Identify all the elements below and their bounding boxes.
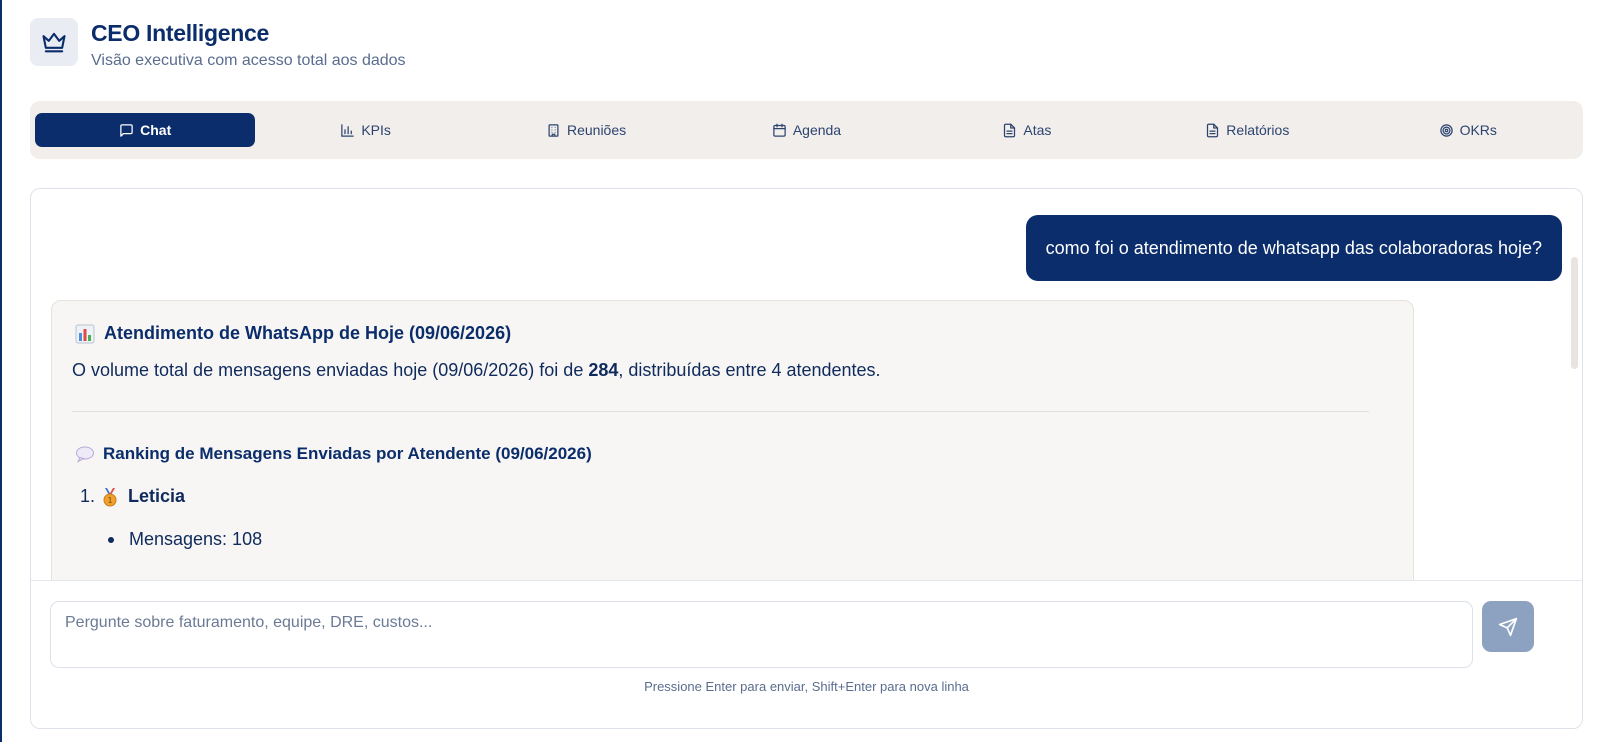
bar-chart-emoji-icon (75, 324, 95, 344)
logo (30, 18, 78, 66)
tab-kpis[interactable]: KPIs (255, 113, 475, 147)
ranking-title: Ranking de Mensagens Enviadas por Atende… (75, 444, 1393, 464)
ranking-detail: Mensagens: 108 (108, 529, 1393, 550)
bullet (108, 536, 114, 543)
chat-input[interactable] (50, 601, 1473, 668)
input-hint: Pressione Enter para enviar, Shift+Enter… (644, 679, 969, 694)
building-icon (546, 123, 561, 138)
speech-bubble-icon (75, 445, 95, 463)
chat-panel: como foi o atendimento de whatsapp das c… (30, 188, 1583, 729)
ranking-item: 1. 1 Leticia (80, 486, 1393, 507)
response-summary: O volume total de mensagens enviadas hoj… (72, 360, 881, 380)
message-list[interactable]: como foi o atendimento de whatsapp das c… (31, 189, 1582, 593)
tab-atas[interactable]: Atas (917, 113, 1137, 147)
scrollbar-thumb[interactable] (1571, 257, 1578, 369)
response-title-text: Atendimento de WhatsApp de Hoje (09/06/2… (104, 323, 512, 343)
page-title: CEO Intelligence (91, 20, 269, 46)
file-text-icon (1205, 123, 1220, 138)
tab-label: Atas (1023, 122, 1052, 138)
bar-chart-icon (340, 123, 355, 138)
divider (72, 411, 1369, 412)
file-text-icon (1002, 123, 1017, 138)
crown-icon (42, 32, 66, 53)
target-icon (1439, 123, 1454, 138)
message-square-icon (119, 123, 134, 138)
tab-reunioes[interactable]: Reuniões (476, 113, 696, 147)
tab-label: Agenda (792, 122, 842, 138)
summary-total: 284 (588, 360, 619, 380)
medal-icon: 1 (101, 487, 119, 507)
tab-okrs[interactable]: OKRs (1358, 113, 1578, 147)
composer: Pressione Enter para enviar, Shift+Enter… (31, 580, 1582, 728)
tab-label: KPIs (361, 122, 391, 138)
user-message: como foi o atendimento de whatsapp das c… (1025, 215, 1562, 281)
send-icon (1498, 617, 1518, 636)
page-subtitle: Visão executiva com acesso total aos dad… (91, 52, 406, 69)
assistant-message: Atendimento de WhatsApp de Hoje (09/06/2… (51, 300, 1414, 593)
ranking-name: Leticia (128, 486, 186, 506)
svg-text:1: 1 (107, 496, 112, 505)
ranking-position: 1. (80, 486, 96, 506)
tab-bar: Chat KPIs Reuniões Agenda Atas Relatório… (30, 101, 1583, 159)
tab-relatorios[interactable]: Relatórios (1137, 113, 1357, 147)
tab-label: Reuniões (566, 122, 627, 138)
page-header: CEO Intelligence Visão executiva com ace… (30, 18, 406, 71)
ranking-title-text: Ranking de Mensagens Enviadas por Atende… (103, 444, 592, 463)
window-left-edge (0, 0, 2, 742)
send-button[interactable] (1482, 601, 1534, 652)
tab-agenda[interactable]: Agenda (696, 113, 916, 147)
tab-label: Relatórios (1226, 122, 1290, 138)
tab-label: OKRs (1459, 122, 1497, 138)
response-title: Atendimento de WhatsApp de Hoje (09/06/2… (75, 323, 1393, 344)
ranking-detail-text: Mensagens: 108 (129, 529, 263, 549)
tab-label: Chat (140, 122, 172, 138)
calendar-icon (772, 123, 787, 138)
tab-chat[interactable]: Chat (35, 113, 256, 147)
